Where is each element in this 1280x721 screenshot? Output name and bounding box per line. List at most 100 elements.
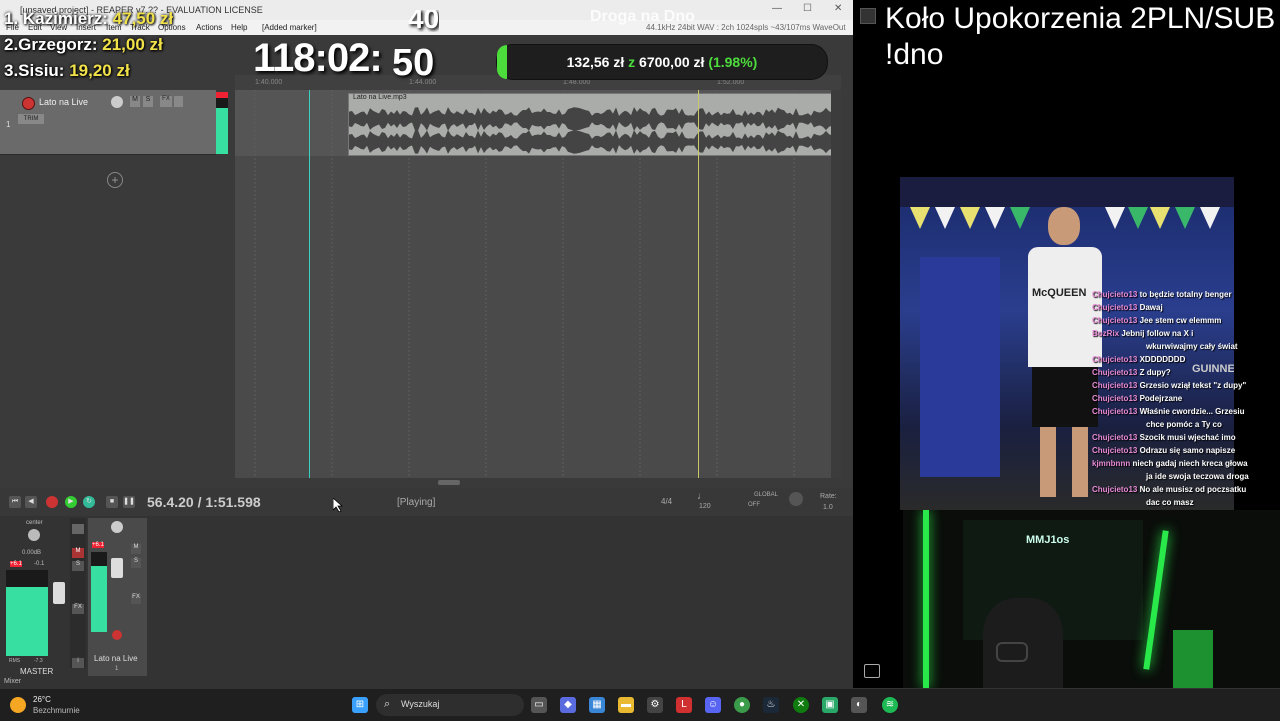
chat-username[interactable]: Chujcieto13 <box>1092 303 1137 312</box>
chat-username[interactable]: BozRix <box>1092 329 1119 338</box>
chat-username[interactable]: Chujcieto13 <box>1092 355 1137 364</box>
info-icon[interactable]: i <box>72 658 84 668</box>
weather-icon[interactable] <box>10 697 26 713</box>
rewind-icon[interactable]: ◀ <box>25 496 37 508</box>
chat-username[interactable]: Chujcieto13 <box>1092 485 1137 494</box>
chat-username[interactable]: Chujcieto13 <box>1092 316 1137 325</box>
fx-button[interactable]: FX <box>160 96 172 107</box>
chat-text: chce pomóc a Ty co <box>1146 420 1222 429</box>
menu-actions[interactable]: Actions <box>196 23 222 32</box>
chat-username[interactable]: Chujcieto13 <box>1092 368 1137 377</box>
metronome-icon[interactable]: ♩ <box>697 491 707 502</box>
channel-fx-button[interactable]: FX <box>131 594 141 604</box>
chat-message: Chujcieto13 to będzie totalny benger <box>1092 288 1277 301</box>
channel-pan-knob-icon[interactable] <box>111 521 123 533</box>
solo-button[interactable]: S <box>143 96 153 107</box>
stop-button[interactable]: ■ <box>106 496 118 508</box>
master-fx-button[interactable]: FX <box>72 604 84 614</box>
settings-icon[interactable]: ⚙ <box>647 697 663 713</box>
mute-button[interactable]: M <box>130 96 140 107</box>
global-label: GLOBAL <box>754 492 779 498</box>
rms-label: RMS <box>9 658 21 664</box>
media-item[interactable]: Lato na Live.mp3 <box>348 93 841 156</box>
discord-icon[interactable]: ☺ <box>705 697 721 713</box>
global-off[interactable]: OFF <box>748 502 760 508</box>
chrome-icon[interactable]: ● <box>734 697 750 713</box>
arrange-view[interactable]: Lato na Live.mp3 <box>235 90 841 478</box>
start-icon[interactable]: ⊞ <box>352 697 368 713</box>
vertical-scrollbar[interactable] <box>831 90 841 478</box>
app-icon-l[interactable]: L <box>676 697 692 713</box>
chat-username[interactable]: Chujcieto13 <box>1092 290 1137 299</box>
weather-desc[interactable]: Bezchmurnie <box>33 706 80 715</box>
chat-message: wkurwiwajmy cały świat <box>1092 340 1277 353</box>
chat-text: to będzie totalny benger <box>1139 290 1232 299</box>
time-signature[interactable]: 4/4 <box>661 497 672 506</box>
master-solo-button[interactable]: S <box>72 561 84 571</box>
chat-message: Chujcieto13 Jee stem cw elemmm <box>1092 314 1277 327</box>
master-mute-button[interactable]: M <box>72 548 84 558</box>
app-icon-green[interactable]: ▣ <box>822 697 838 713</box>
rms-value: -7.3 <box>34 658 43 664</box>
record-arm-icon[interactable] <box>22 97 35 110</box>
channel-record-arm-icon[interactable] <box>112 630 122 640</box>
rate-label: Rate: <box>820 493 837 500</box>
trim-button[interactable]: TRIM <box>18 114 44 124</box>
steam-icon[interactable]: ♨ <box>763 697 779 713</box>
play-button[interactable]: ▶ <box>65 496 77 508</box>
track-name[interactable]: Lato na Live <box>39 97 88 107</box>
chat-message: kjmnbnnn niech gadaj niech kreca głowa <box>1092 457 1277 470</box>
rate-value[interactable]: 1.0 <box>823 504 833 511</box>
channel-mute-button[interactable]: M <box>131 544 141 554</box>
repeat-icon[interactable]: ↻ <box>83 496 95 508</box>
minimize-panel-icon[interactable] <box>864 664 880 678</box>
weather-temp[interactable]: 26°C <box>33 695 51 704</box>
volume-knob-icon[interactable] <box>111 96 123 108</box>
record-button[interactable] <box>46 496 58 508</box>
master-fader[interactable] <box>53 582 65 604</box>
file-explorer-icon[interactable]: ▬ <box>618 697 634 713</box>
master-meter <box>6 570 48 656</box>
chat-text: No ale musisz od poczsatku <box>1139 485 1247 494</box>
horizontal-scrollbar[interactable] <box>235 478 841 487</box>
chat-popout-icon[interactable] <box>860 8 876 24</box>
channel-fader[interactable] <box>111 558 123 578</box>
chat-username[interactable]: Chujcieto13 <box>1092 433 1137 442</box>
maximize-icon[interactable]: ☐ <box>803 3 812 14</box>
tempo-value[interactable]: 120 <box>699 503 711 510</box>
store-icon[interactable]: ▦ <box>589 697 605 713</box>
scroll-thumb[interactable] <box>438 480 460 485</box>
channel-solo-button[interactable]: S <box>131 558 141 568</box>
chat-username[interactable]: Chujcieto13 <box>1092 381 1137 390</box>
chat-username[interactable]: kjmnbnnn <box>1092 459 1130 468</box>
xbox-icon[interactable]: ✕ <box>793 697 809 713</box>
reaper-taskbar-icon[interactable]: ◐ <box>851 697 867 713</box>
master-pan-knob-icon[interactable] <box>28 529 40 541</box>
search-box[interactable]: ⌕ Wyszukaj <box>376 694 524 716</box>
play-cursor <box>698 90 699 478</box>
chat-message: chce pomóc a Ty co <box>1092 418 1277 431</box>
menu-help[interactable]: Help <box>231 23 247 32</box>
io-button[interactable] <box>72 524 84 534</box>
minimize-icon[interactable]: — <box>772 3 782 14</box>
tshirt: McQUEEN <box>1028 247 1102 367</box>
copilot-icon[interactable]: ◆ <box>560 697 576 713</box>
chat-text: XDDDDDDD <box>1139 355 1186 364</box>
donation-separator: z <box>628 54 636 70</box>
task-view-icon[interactable]: ▭ <box>531 697 547 713</box>
leaderboard-row: 3.Sisiu: 19,20 zł <box>4 58 173 84</box>
phase-icon[interactable] <box>174 96 183 107</box>
chat-username[interactable]: Chujcieto13 <box>1092 407 1137 416</box>
pause-button[interactable]: ❚❚ <box>123 496 135 508</box>
track-header[interactable]: 1 Lato na Live M S FX TRIM <box>0 90 216 155</box>
spotify-icon[interactable]: ≋ <box>882 697 898 713</box>
shop-door <box>920 257 1000 477</box>
chat-username[interactable]: Chujcieto13 <box>1092 394 1137 403</box>
close-icon[interactable]: ✕ <box>834 3 842 14</box>
add-track-icon[interactable]: + <box>107 172 123 188</box>
chat-username[interactable]: Chujcieto13 <box>1092 446 1137 455</box>
rate-knob-icon[interactable] <box>789 492 803 506</box>
goto-start-icon[interactable]: ⏮ <box>9 496 21 508</box>
mixer-tab[interactable]: Mixer <box>4 678 21 685</box>
chat-message: Chujcieto13 Szocik musi wjechać imo <box>1092 431 1277 444</box>
